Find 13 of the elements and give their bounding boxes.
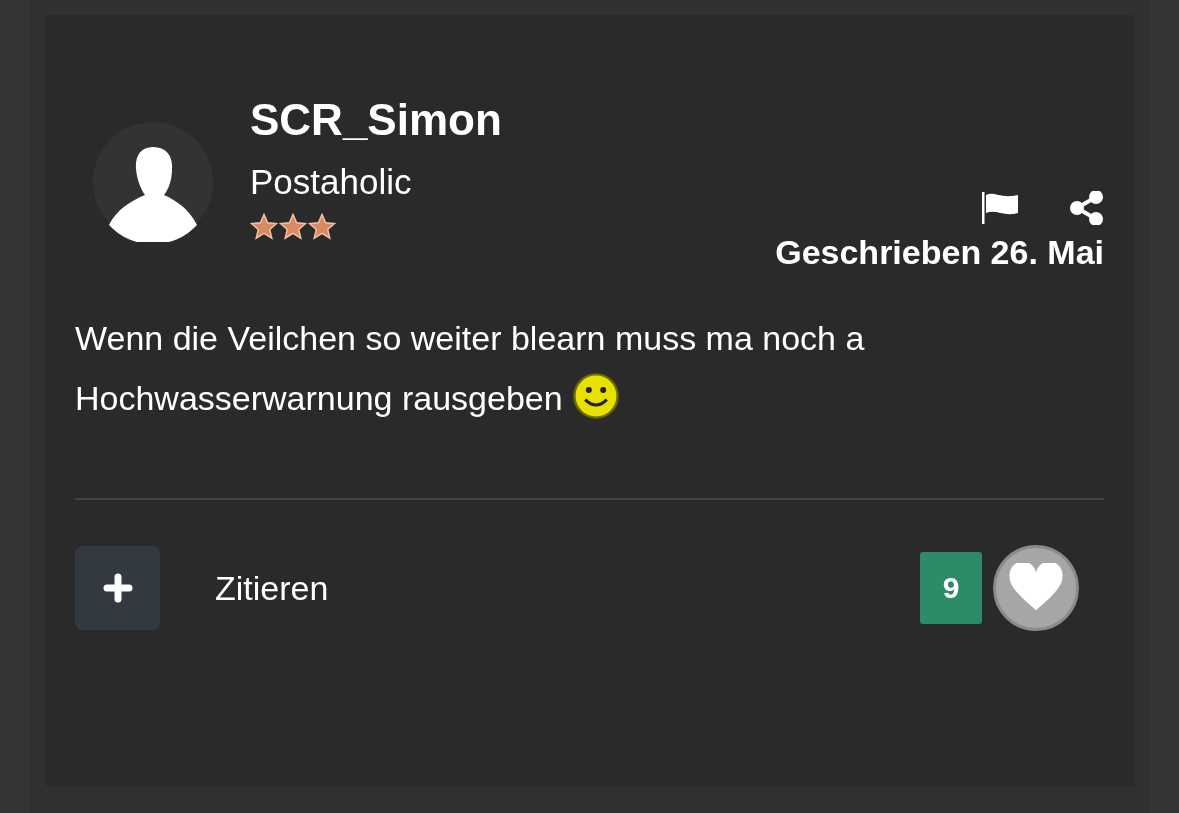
plus-icon bbox=[102, 573, 133, 603]
add-button[interactable] bbox=[75, 546, 160, 630]
smiley-icon bbox=[572, 372, 621, 420]
post-text: Wenn die Veilchen so weiter blearn muss ma noch a Hochwasserwarnung rausgeben bbox=[75, 308, 1104, 488]
like-count: 9 bbox=[920, 552, 982, 624]
flag-icon[interactable] bbox=[980, 191, 1020, 225]
share-icon[interactable] bbox=[1070, 191, 1104, 225]
quote-link[interactable]: Zitieren bbox=[215, 568, 329, 608]
post-date: Geschrieben 26. Mai bbox=[775, 233, 1104, 272]
avatar-icon bbox=[93, 122, 213, 242]
author-name[interactable]: SCR_Simon bbox=[250, 93, 502, 147]
heart-icon bbox=[1008, 563, 1064, 613]
user-rank: Postaholic bbox=[250, 161, 413, 203]
